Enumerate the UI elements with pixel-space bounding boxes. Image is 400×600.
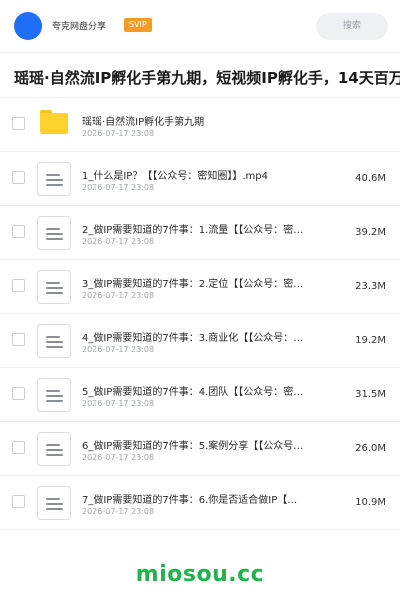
document-icon — [37, 216, 71, 250]
item-checkbox[interactable] — [12, 387, 25, 400]
search-input[interactable]: 搜索 — [316, 13, 388, 40]
file-name[interactable]: 4_做IP需要知道的7件事：3.商业化【【公众号：… — [82, 329, 332, 344]
document-icon — [37, 378, 71, 412]
file-size: 23.3M — [355, 281, 386, 292]
svip-badge: SVIP — [124, 18, 152, 32]
file-size: 19.2M — [355, 335, 386, 346]
document-icon — [37, 270, 71, 304]
file-name[interactable]: 3_做IP需要知道的7件事：2.定位【【公众号：密… — [82, 275, 332, 290]
brand-name: 夸克网盘分享 — [52, 22, 107, 32]
item-checkbox[interactable] — [12, 495, 25, 508]
file-date: 2026-07-17 23:08 — [82, 291, 155, 300]
item-checkbox[interactable] — [12, 117, 25, 130]
file-size: 40.6M — [355, 173, 386, 184]
file-size: 39.2M — [355, 227, 386, 238]
list-item[interactable]: 3_做IP需要知道的7件事：2.定位【【公众号：密… 2026-07-17 23… — [0, 260, 400, 314]
file-name[interactable]: 7_做IP需要知道的7件事：6.你是否适合做IP【… — [82, 491, 332, 506]
document-icon — [37, 432, 71, 466]
file-name[interactable]: 6_做IP需要知道的7件事：5.案例分享【【公众号… — [82, 437, 332, 452]
item-checkbox[interactable] — [12, 171, 25, 184]
file-date: 2026-07-17 23:08 — [82, 453, 155, 462]
list-item[interactable]: 7_做IP需要知道的7件事：6.你是否适合做IP【… 2026-07-17 23… — [0, 476, 400, 530]
file-date: 2026-07-17 23:08 — [82, 399, 155, 408]
file-size: 26.0M — [355, 443, 386, 454]
list-item[interactable]: 4_做IP需要知道的7件事：3.商业化【【公众号：… 2026-07-17 23… — [0, 314, 400, 368]
file-date: 2026-07-17 23:08 — [82, 237, 155, 246]
file-size: 31.5M — [355, 389, 386, 400]
file-date: 2026-07-17 23:08 — [82, 507, 155, 516]
document-icon — [37, 486, 71, 520]
share-title-bar: 瑶瑶·自然流IP孵化手第九期，短视频IP孵化手，14天百万 — [0, 52, 400, 98]
watermark: miosou.cc — [135, 562, 265, 587]
file-date: 2026-07-17 23:08 — [82, 345, 155, 354]
item-checkbox[interactable] — [12, 441, 25, 454]
file-name[interactable]: 瑶瑶·自然流IP孵化手第九期 — [82, 113, 332, 128]
file-size: 10.9M — [355, 497, 386, 508]
file-date: 2026-07-17 23:08 — [82, 129, 155, 138]
file-name[interactable]: 5_做IP需要知道的7件事：4.团队【【公众号：密… — [82, 383, 332, 398]
document-icon — [37, 324, 71, 358]
item-checkbox[interactable] — [12, 225, 25, 238]
list-item[interactable]: 1_什么是IP？【【公众号：密知圈】】.mp4 2026-07-17 23:08… — [0, 152, 400, 206]
list-item[interactable]: 6_做IP需要知道的7件事：5.案例分享【【公众号… 2026-07-17 23… — [0, 422, 400, 476]
file-list: 瑶瑶·自然流IP孵化手第九期 2026-07-17 23:08 1_什么是IP？… — [0, 98, 400, 530]
item-checkbox[interactable] — [12, 279, 25, 292]
page-title: 瑶瑶·自然流IP孵化手第九期，短视频IP孵化手，14天百万 — [14, 69, 400, 87]
app-header: 夸克网盘分享 SVIP 搜索 — [0, 0, 400, 52]
file-name[interactable]: 1_什么是IP？【【公众号：密知圈】】.mp4 — [82, 167, 332, 182]
item-checkbox[interactable] — [12, 333, 25, 346]
avatar[interactable] — [14, 12, 42, 40]
file-date: 2026-07-17 23:08 — [82, 183, 155, 192]
folder-icon — [40, 110, 68, 134]
list-item[interactable]: 2_做IP需要知道的7件事：1.流量【【公众号：密… 2026-07-17 23… — [0, 206, 400, 260]
document-icon — [37, 162, 71, 196]
list-item[interactable]: 5_做IP需要知道的7件事：4.团队【【公众号：密… 2026-07-17 23… — [0, 368, 400, 422]
list-item[interactable]: 瑶瑶·自然流IP孵化手第九期 2026-07-17 23:08 — [0, 98, 400, 152]
file-name[interactable]: 2_做IP需要知道的7件事：1.流量【【公众号：密… — [82, 221, 332, 236]
